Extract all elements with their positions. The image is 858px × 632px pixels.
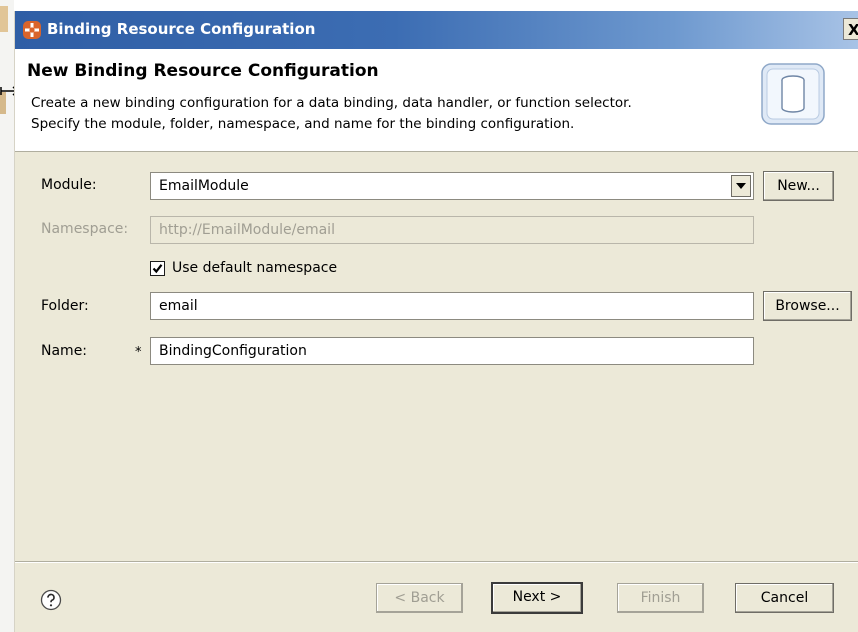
new-module-button[interactable]: New... [763,171,834,201]
question-circle-icon[interactable] [40,589,62,611]
use-default-namespace-label[interactable]: Use default namespace [172,260,337,276]
module-combobox[interactable]: EmailModule [150,172,754,200]
title-bar[interactable]: Binding Resource Configuration X [15,11,858,49]
name-label: Name: [41,343,88,359]
required-marker: * [135,345,142,360]
namespace-label: Namespace: [41,221,129,237]
checkmark-icon [152,264,163,274]
module-label: Module: [41,177,97,193]
folder-value: email [159,298,198,314]
window-title: Binding Resource Configuration [47,20,316,38]
page-title: New Binding Resource Configuration [27,61,379,81]
page-description-line2: Specify the module, folder, namespace, a… [31,116,575,132]
binding-resource-dialog: Binding Resource Configuration X New Bin… [14,11,858,632]
background-window-marker [0,6,8,32]
next-button[interactable]: Next > [491,582,583,614]
name-input[interactable]: BindingConfiguration [150,337,754,365]
page-description-line1: Create a new binding configuration for a… [31,95,632,111]
app-wizard-icon [23,21,41,39]
module-dropdown-button[interactable] [731,175,751,197]
folder-input[interactable]: email [150,292,754,320]
chevron-down-icon [736,183,746,189]
finish-button[interactable]: Finish [617,583,704,613]
wizard-banner: New Binding Resource Configuration Creat… [15,49,858,152]
browse-button[interactable]: Browse... [763,291,852,321]
folder-label: Folder: [41,298,89,314]
namespace-field[interactable]: http://EmailModule/email [150,216,754,244]
use-default-namespace-checkbox[interactable] [150,261,165,276]
cancel-button[interactable]: Cancel [735,583,834,613]
cylinder-icon [761,63,825,125]
back-button[interactable]: < Back [376,583,463,613]
footer-divider [15,561,858,563]
module-value: EmailModule [159,178,249,194]
name-value: BindingConfiguration [159,343,307,359]
namespace-value: http://EmailModule/email [159,222,335,238]
close-button[interactable]: X [843,18,858,40]
